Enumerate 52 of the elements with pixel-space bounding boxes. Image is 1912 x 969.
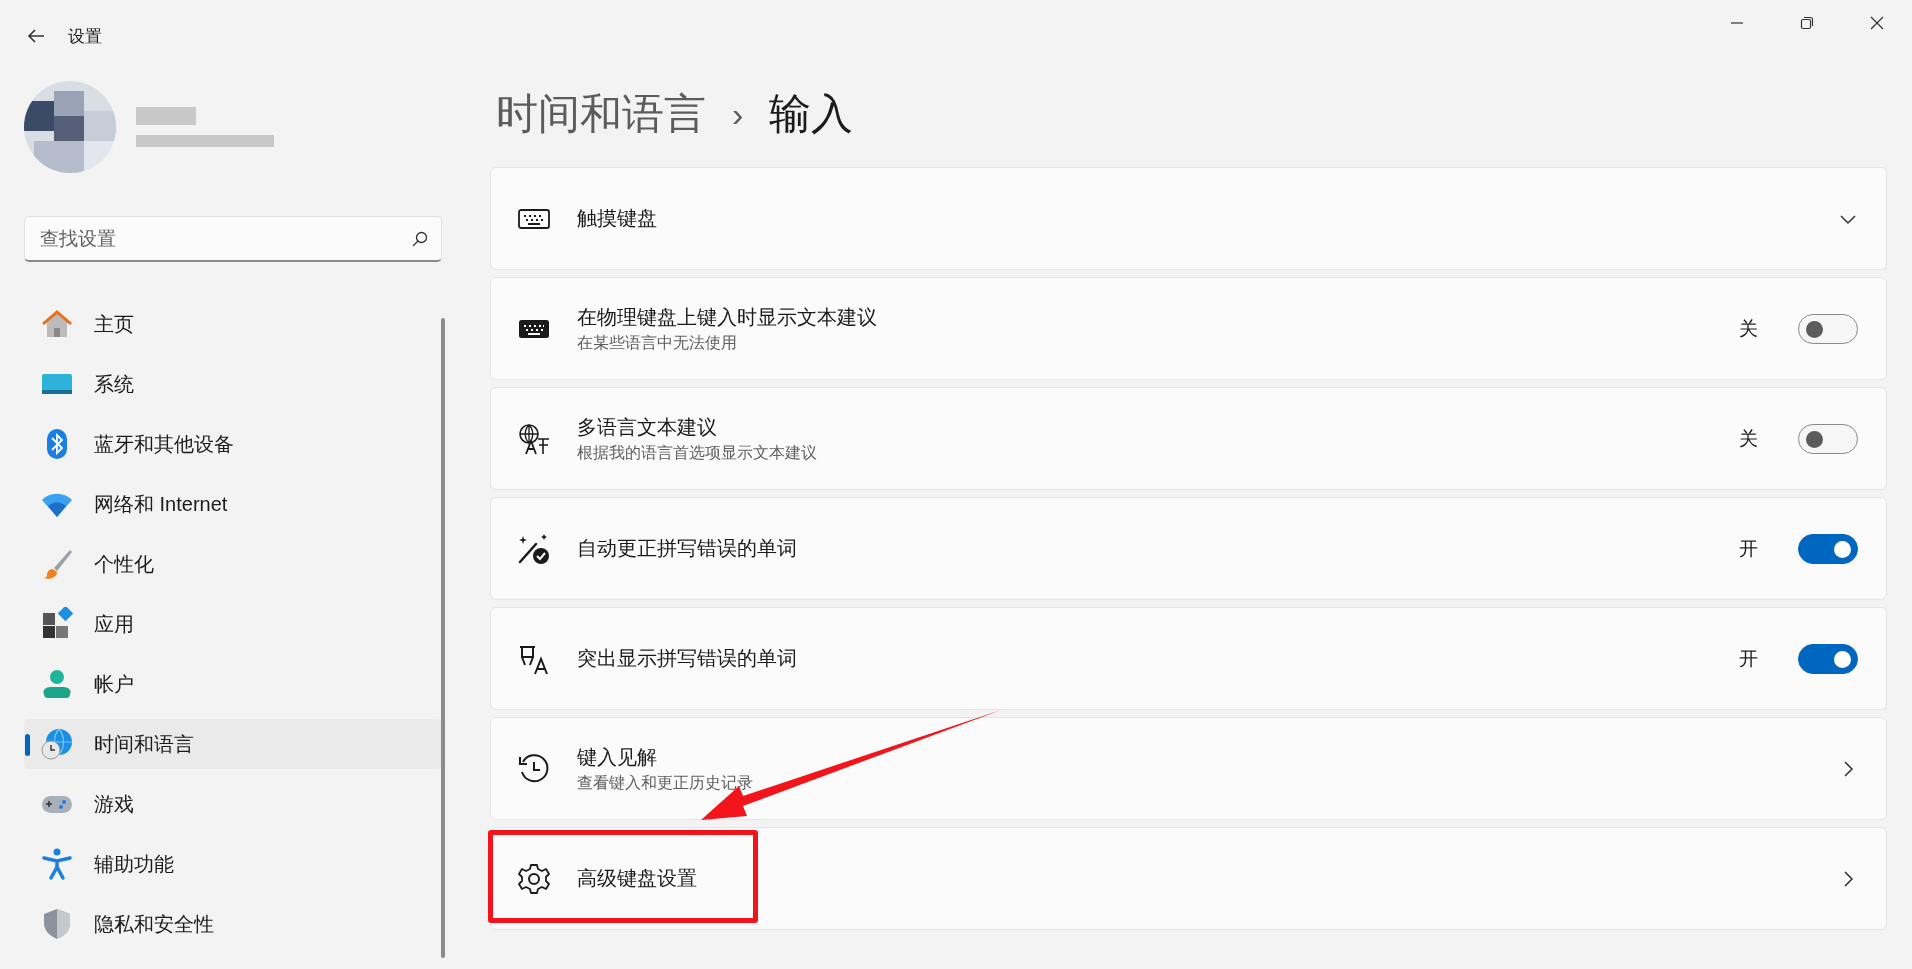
breadcrumb-separator: › [732,94,744,134]
sidebar-item[interactable]: 网络和 Internet [24,479,442,529]
page-title: 输入 [769,89,854,139]
sidebar-item[interactable]: 时间和语言 [24,719,442,769]
sidebar-item[interactable]: 系统 [24,359,442,409]
sidebar-item[interactable]: 帐户 [24,659,442,709]
toggle-state-label: 开 [1739,536,1758,561]
setting-description: 在某些语言中无法使用 [577,332,738,353]
sidebar-item[interactable]: 应用 [24,599,442,649]
window-title: 设置 [68,25,102,48]
toggle-switch[interactable] [1798,313,1858,344]
toggle-switch[interactable] [1798,423,1858,454]
search-icon [412,231,428,247]
selection-indicator [25,734,30,756]
redacted-text [136,107,196,125]
close-icon [1870,16,1884,30]
accessibility-icon [40,847,74,881]
toggle-switch[interactable] [1798,533,1858,564]
setting-title: 高级键盘设置 [577,866,698,891]
sidebar-item[interactable]: 蓝牙和其他设备 [24,419,442,469]
setting-title: 在物理键盘上键入时显示文本建议 [577,304,878,330]
toggle-switch[interactable] [1798,643,1858,674]
setting-card[interactable]: 自动更正拼写错误的单词 开 [490,497,1887,600]
setting-card[interactable]: 键入见解 查看键入和更正历史记录 [490,717,1887,820]
setting-title: 自动更正拼写错误的单词 [577,536,798,561]
setting-description: 查看键入和更正历史记录 [577,772,754,793]
settings-icon [517,861,551,896]
setting-title: 多语言文本建议 [577,414,718,440]
restore-icon [1800,16,1814,30]
setting-title: 触摸键盘 [577,206,658,231]
scrollbar[interactable] [441,318,445,958]
sidebar-item[interactable]: 辅助功能 [24,839,442,889]
toggle-state-label: 开 [1739,646,1758,671]
setting-card[interactable]: 多语言文本建议 根据我的语言首选项显示文本建议 关 [490,387,1887,490]
person-icon [40,667,74,701]
sidebar-item[interactable]: 个性化 [24,539,442,589]
sidebar-item[interactable]: 主页 [24,299,442,349]
setting-card[interactable]: 突出显示拼写错误的单词 开 [490,607,1887,710]
apps-icon [40,607,74,641]
setting-card[interactable]: 触摸键盘 [490,167,1887,270]
setting-description: 根据我的语言首选项显示文本建议 [577,442,818,463]
breadcrumb-link[interactable]: 时间和语言 [496,86,706,142]
setting-title: 键入见解 [577,744,658,770]
toggle-state-label: 关 [1739,316,1758,341]
search-field[interactable]: 查找设置 [24,216,442,262]
language-icon [517,421,551,456]
globe-clock-icon [40,727,74,761]
setting-title: 突出显示拼写错误的单词 [577,646,798,671]
sidebar-item[interactable]: 隐私和安全性 [24,899,442,949]
toggle-state-label: 关 [1739,426,1758,451]
setting-card[interactable]: 在物理键盘上键入时显示文本建议 在某些语言中无法使用 关 [490,277,1887,380]
sidebar-item[interactable]: 游戏 [24,779,442,829]
